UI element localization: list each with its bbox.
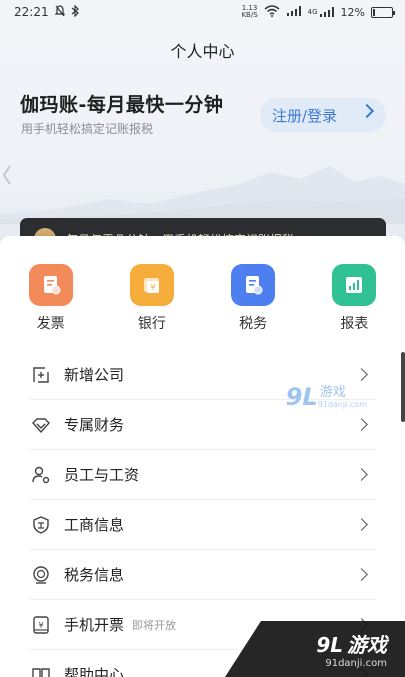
quick-action-label: 报表 <box>340 316 369 332</box>
chevron-right-icon <box>355 518 368 531</box>
mountain-illustration <box>0 166 405 224</box>
quick-actions: 发票 ¥ 银行 税务 报表 <box>0 264 405 333</box>
quick-action-label: 税务 <box>239 316 268 332</box>
user-settings-icon <box>30 464 52 486</box>
menu-item-label: 新增公司 <box>64 366 125 384</box>
chevron-right-icon <box>355 418 368 431</box>
brand-subtitle: 用手机轻松搞定记账报税 <box>21 122 154 136</box>
brand-title: 伽玛账-每月最快一分钟 <box>20 94 224 116</box>
watermark-logo: 9L <box>285 383 318 411</box>
main-card: 发票 ¥ 银行 税务 报表 新增公司 专属财务 员工与工资 工商信息 税务信息 … <box>0 236 405 677</box>
chevron-right-icon <box>355 468 368 481</box>
net-speed: 1.13 KB/S <box>241 4 258 19</box>
signal-icon <box>286 5 302 20</box>
menu-item-staff-payroll[interactable]: 员工与工资 <box>30 450 376 500</box>
bank-icon: ¥ <box>129 264 174 306</box>
menu-item-label: 专属财务 <box>64 416 125 434</box>
signal-4g-icon: 4G <box>308 6 335 18</box>
login-label: 注册/登录 <box>272 106 338 125</box>
menu-item-label: 员工与工资 <box>64 466 140 484</box>
tax-info-icon <box>30 564 52 586</box>
chevron-right-icon <box>355 368 368 381</box>
battery-icon <box>371 6 395 18</box>
menu-item-label: 手机开票 <box>64 616 125 634</box>
battery-percent: 12% <box>340 5 365 19</box>
menu-item-tax-info[interactable]: 税务信息 <box>30 550 376 600</box>
add-company-icon <box>30 364 52 386</box>
chevron-right-icon <box>355 568 368 581</box>
menu-item-label: 帮助中心 <box>64 666 125 677</box>
page-title: 个人中心 <box>170 42 235 61</box>
svg-text:¥: ¥ <box>38 621 43 630</box>
report-icon <box>332 264 377 306</box>
wifi-icon <box>264 4 280 20</box>
book-icon <box>30 664 52 677</box>
watermark-url: 91danji.com <box>317 399 367 409</box>
menu-item-label: 税务信息 <box>64 566 125 584</box>
status-bar: 22:21 1.13 KB/S 4G 12% <box>0 0 405 24</box>
corner-watermark-url: 91danji.com <box>325 658 387 669</box>
profile-header: 个人中心 伽玛账-每月最快一分钟 用手机轻松搞定记账报税 注册/登录 VIP 每… <box>0 24 405 246</box>
quick-action-report[interactable]: 报表 <box>304 264 405 333</box>
coming-soon-note: 即将开放 <box>132 618 177 632</box>
watermark-text: 游戏 <box>319 384 346 400</box>
quick-action-invoice[interactable]: 发票 <box>0 264 101 333</box>
login-button[interactable]: 注册/登录 <box>260 98 386 132</box>
quick-action-bank[interactable]: ¥ 银行 <box>101 264 202 333</box>
tax-icon <box>231 264 276 306</box>
shield-icon <box>30 514 52 536</box>
corner-watermark-text: 游戏 <box>347 633 387 657</box>
svg-text:¥: ¥ <box>150 283 155 292</box>
menu-item-business-info[interactable]: 工商信息 <box>30 500 376 550</box>
mute-icon <box>54 4 66 20</box>
chevron-right-icon <box>359 103 375 119</box>
quick-action-label: 发票 <box>36 316 65 332</box>
menu-item-label: 工商信息 <box>64 516 125 534</box>
invoice-icon <box>28 264 73 306</box>
corner-watermark-logo: 9L <box>316 633 343 657</box>
status-time: 22:21 <box>14 5 49 19</box>
quick-action-tax[interactable]: 税务 <box>203 264 304 333</box>
bluetooth-icon <box>71 4 79 20</box>
quick-action-label: 银行 <box>137 316 166 332</box>
mobile-invoice-icon: ¥ <box>30 614 52 636</box>
scrollbar[interactable] <box>401 352 405 422</box>
site-watermark: 9L 游戏 91danji.com <box>286 383 367 411</box>
diamond-icon <box>30 414 52 436</box>
